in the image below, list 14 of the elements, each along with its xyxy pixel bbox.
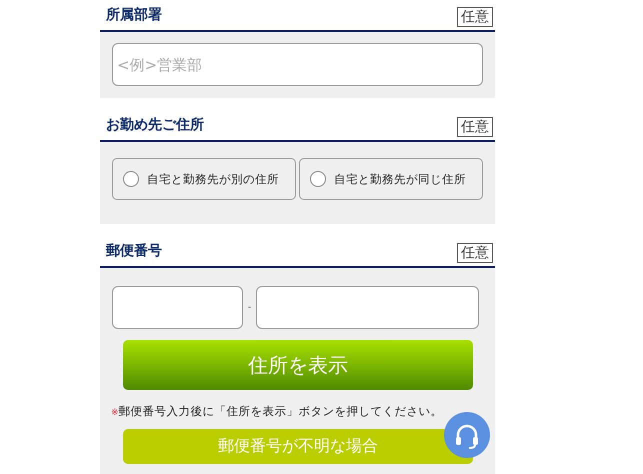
separator: -	[246, 302, 252, 313]
section-title: 郵便番号	[106, 242, 162, 261]
radio-option[interactable]: 自宅と勤務先が別の住所	[112, 158, 296, 200]
optional-badge: 任意	[457, 7, 493, 27]
radio-option[interactable]: 自宅と勤務先が同じ住所	[299, 158, 483, 200]
headset-icon[interactable]	[444, 412, 490, 458]
section-title: お勤め先ご住所	[106, 116, 204, 135]
input-field[interactable]	[256, 286, 479, 329]
input-field[interactable]: <例>営業部	[112, 43, 483, 86]
optional-badge: 任意	[457, 117, 493, 137]
optional-badge: 任意	[457, 243, 493, 263]
section-title: 所属部署	[106, 6, 162, 25]
input-field[interactable]	[112, 286, 243, 329]
note-text: ※郵便番号入力後に「住所を表示」ボタンを押してください。	[111, 404, 444, 419]
